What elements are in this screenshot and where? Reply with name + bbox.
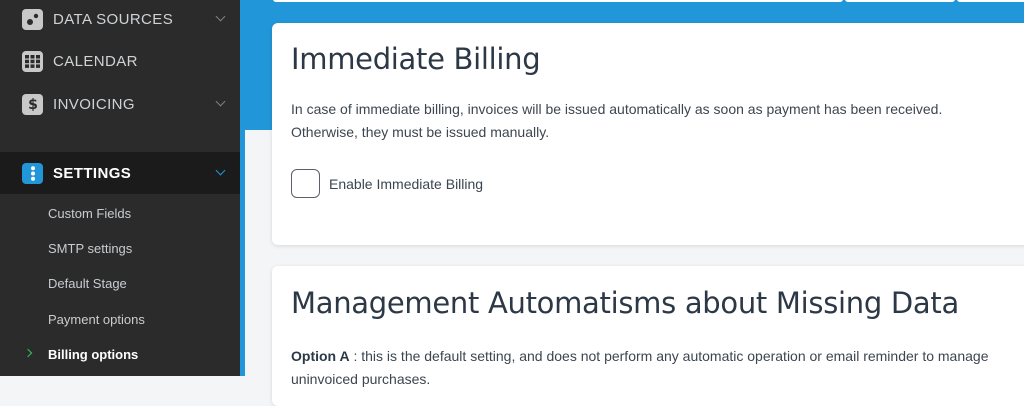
option-a-label: Option A	[291, 348, 350, 364]
enable-immediate-billing-checkbox[interactable]	[291, 169, 320, 198]
chevron-down-icon	[215, 165, 226, 176]
option-a-text: : this is the default setting, and does …	[291, 348, 989, 387]
main-content: Immediate Billing In case of immediate b…	[245, 0, 1024, 406]
nav-item-data-sources[interactable]: DATA SOURCES	[0, 1, 240, 37]
nav-label: CALENDAR	[53, 52, 138, 70]
nav-label: DATA SOURCES	[53, 10, 174, 28]
top-panel	[845, 0, 955, 2]
option-a-description: Option A : this is the default setting, …	[291, 345, 1024, 391]
sub-item-label: Custom Fields	[48, 205, 132, 221]
sub-item-label: Default Stage	[48, 275, 127, 291]
chevron-down-icon	[215, 96, 226, 107]
description-line: In case of immediate billing, invoices w…	[291, 101, 943, 117]
immediate-billing-card: Immediate Billing In case of immediate b…	[272, 23, 1024, 245]
sub-item-label: Billing options	[48, 346, 139, 362]
sub-item-custom-fields[interactable]: Custom Fields	[0, 198, 240, 228]
nav-item-invoicing[interactable]: $ INVOICING	[0, 86, 240, 122]
missing-data-card: Management Automatisms about Missing Dat…	[272, 266, 1024, 406]
nav-label: SETTINGS	[53, 164, 132, 182]
chevron-down-icon	[215, 11, 226, 22]
description-line: Otherwise, they must be issued manually.	[291, 124, 550, 140]
dollar-icon: $	[22, 93, 43, 115]
sub-item-label: SMTP settings	[48, 240, 133, 256]
calendar-icon	[22, 50, 43, 72]
section-description: In case of immediate billing, invoices w…	[291, 98, 1011, 144]
settings-icon	[22, 162, 43, 184]
section-title: Immediate Billing	[291, 42, 541, 76]
nav-item-settings[interactable]: SETTINGS	[0, 152, 240, 194]
sidebar: DATA SOURCES CALENDAR $ INVOICING SETTIN…	[0, 0, 240, 376]
sub-item-label: Payment options	[48, 311, 145, 327]
section-title: Management Automatisms about Missing Dat…	[291, 286, 959, 320]
sub-item-payment-options[interactable]: Payment options	[0, 304, 240, 334]
sub-item-default-stage[interactable]: Default Stage	[0, 268, 240, 298]
data-sources-icon	[22, 8, 43, 30]
nav-label: INVOICING	[53, 95, 135, 113]
sub-item-smtp-settings[interactable]: SMTP settings	[0, 233, 240, 263]
nav-item-calendar[interactable]: CALENDAR	[0, 43, 240, 79]
top-panel	[957, 0, 1024, 2]
chevron-right-icon	[23, 348, 33, 358]
sub-item-billing-options[interactable]: Billing options	[0, 339, 240, 369]
top-panel	[273, 0, 843, 2]
svg-text:$: $	[28, 97, 38, 112]
checkbox-label[interactable]: Enable Immediate Billing	[329, 176, 483, 192]
